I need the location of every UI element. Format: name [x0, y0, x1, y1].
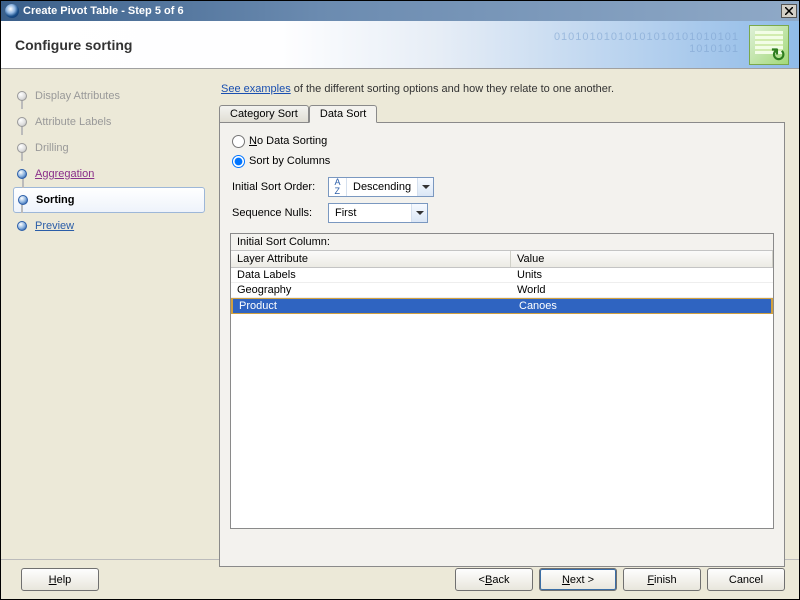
- cell-value: Units: [511, 268, 773, 282]
- app-icon: [5, 4, 19, 18]
- step-label: Drilling: [35, 142, 69, 154]
- window-title: Create Pivot Table - Step 5 of 6: [23, 5, 781, 17]
- cell-layer-attribute: Product: [233, 299, 513, 313]
- sequence-nulls-row: Sequence Nulls: First: [232, 203, 774, 223]
- tab-category-sort[interactable]: Category Sort: [219, 105, 309, 122]
- sequence-nulls-combo[interactable]: First: [328, 203, 428, 223]
- sequence-nulls-label: Sequence Nulls:: [232, 207, 328, 219]
- pivot-table-icon: [749, 25, 789, 65]
- content-area: Display Attributes Attribute Labels Dril…: [1, 69, 799, 559]
- tab-strip: Category Sort Data Sort: [219, 101, 785, 123]
- tab-data-sort[interactable]: Data Sort: [309, 105, 377, 123]
- step-sorting[interactable]: Sorting: [13, 187, 205, 213]
- table-row[interactable]: Product Canoes: [231, 298, 773, 314]
- wizard-steps-pane: Display Attributes Attribute Labels Dril…: [1, 69, 215, 559]
- accel-char: N: [249, 135, 257, 147]
- step-dot-icon: [18, 195, 28, 205]
- radio-sort-by-columns-label[interactable]: Sort by Columns: [249, 155, 330, 167]
- back-button[interactable]: < Back: [455, 568, 533, 591]
- chevron-down-icon: [417, 178, 433, 196]
- cell-layer-attribute: Geography: [231, 283, 511, 297]
- grid-header: Layer Attribute Value: [231, 251, 773, 268]
- initial-sort-order-label: Initial Sort Order:: [232, 181, 328, 193]
- banner-decoration: 01010101010101010101010101 1010101: [554, 31, 739, 55]
- combo-value: Descending: [347, 181, 417, 193]
- table-row[interactable]: Geography World: [231, 283, 773, 298]
- examples-text: of the different sorting options and how…: [291, 83, 614, 95]
- step-drilling[interactable]: Drilling: [17, 135, 205, 161]
- banner: Configure sorting 0101010101010101010101…: [1, 21, 799, 69]
- close-button[interactable]: [781, 4, 797, 18]
- step-dot-icon: [17, 143, 27, 153]
- cell-value: Canoes: [513, 299, 771, 313]
- step-dot-icon: [17, 221, 27, 231]
- combo-value: First: [329, 207, 411, 219]
- step-label: Sorting: [36, 194, 75, 206]
- page-title: Configure sorting: [15, 37, 132, 53]
- step-preview[interactable]: Preview: [17, 213, 205, 239]
- step-label: Display Attributes: [35, 90, 120, 102]
- step-attribute-labels[interactable]: Attribute Labels: [17, 109, 205, 135]
- finish-button[interactable]: Finish: [623, 568, 701, 591]
- initial-sort-column-grid: Initial Sort Column: Layer Attribute Val…: [230, 233, 774, 529]
- cell-value: World: [511, 283, 773, 297]
- radio-no-data-sorting[interactable]: [232, 135, 245, 148]
- step-label: Aggregation: [35, 168, 94, 180]
- step-aggregation[interactable]: Aggregation: [17, 161, 205, 187]
- step-display-attributes[interactable]: Display Attributes: [17, 83, 205, 109]
- radio-no-data-sorting-row: No Data Sorting: [232, 131, 774, 151]
- help-button[interactable]: Help: [21, 568, 99, 591]
- step-dot-icon: [17, 117, 27, 127]
- step-dot-icon: [17, 91, 27, 101]
- cancel-button[interactable]: Cancel: [707, 568, 785, 591]
- cell-layer-attribute: Data Labels: [231, 268, 511, 282]
- see-examples-link[interactable]: See examples: [221, 83, 291, 95]
- banner-digits-top: 01010101010101010101010101: [554, 31, 739, 43]
- data-sort-panel: No Data Sorting Sort by Columns Initial …: [219, 123, 785, 567]
- table-row[interactable]: Data Labels Units: [231, 268, 773, 283]
- col-header-value[interactable]: Value: [511, 251, 773, 267]
- sort-desc-icon: AZ: [329, 178, 347, 196]
- next-button[interactable]: Next >: [539, 568, 617, 591]
- help-label-rest: elp: [57, 574, 72, 586]
- label-rest: o Data Sorting: [257, 135, 327, 147]
- title-bar: Create Pivot Table - Step 5 of 6: [1, 1, 799, 21]
- grid-body[interactable]: Data Labels Units Geography World Produc…: [231, 268, 773, 528]
- step-label: Preview: [35, 220, 74, 232]
- chevron-down-icon: [411, 204, 427, 222]
- radio-sort-by-columns-row: Sort by Columns: [232, 151, 774, 171]
- main-panel: See examples of the different sorting op…: [215, 69, 799, 559]
- step-label: Attribute Labels: [35, 116, 111, 128]
- initial-sort-order-combo[interactable]: AZ Descending: [328, 177, 434, 197]
- grid-title: Initial Sort Column:: [231, 234, 773, 251]
- initial-sort-order-row: Initial Sort Order: AZ Descending: [232, 177, 774, 197]
- radio-no-data-sorting-label[interactable]: No Data Sorting: [249, 135, 327, 147]
- radio-sort-by-columns[interactable]: [232, 155, 245, 168]
- col-header-layer-attribute[interactable]: Layer Attribute: [231, 251, 511, 267]
- examples-hint: See examples of the different sorting op…: [221, 83, 785, 95]
- banner-digits-bot: 1010101: [554, 43, 739, 55]
- step-dot-icon: [17, 169, 27, 179]
